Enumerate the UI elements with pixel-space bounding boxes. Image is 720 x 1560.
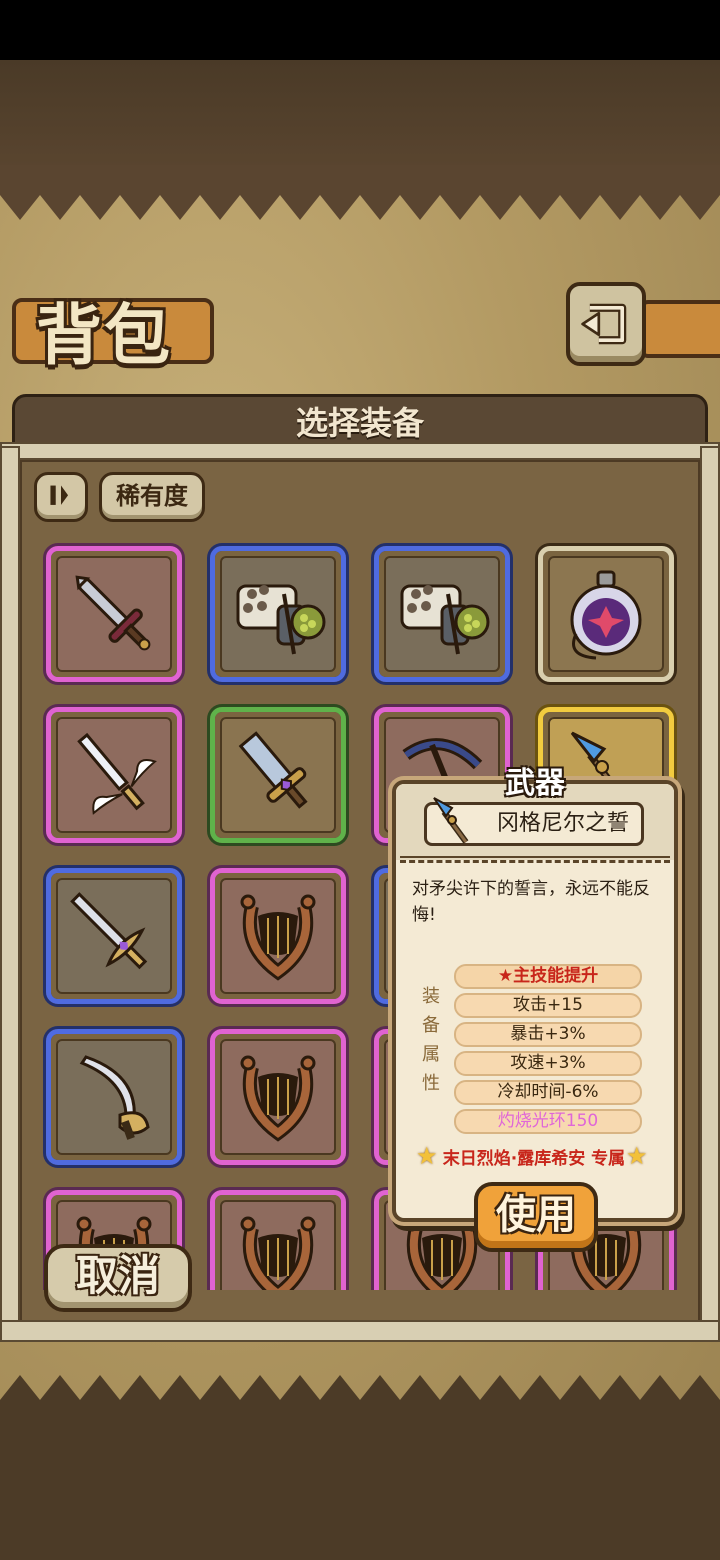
background-bottom xyxy=(0,1445,720,1560)
lyre-icon xyxy=(240,1055,316,1142)
cancel-button[interactable]: 取消 xyxy=(44,1244,192,1312)
rarity-sort-button[interactable]: 稀有度 xyxy=(99,472,205,522)
torn-edge-top xyxy=(0,165,720,220)
panel-rail-left xyxy=(0,446,20,1338)
inventory-slot[interactable] xyxy=(210,546,346,682)
inventory-slot[interactable] xyxy=(46,868,182,1004)
winged-sword-icon xyxy=(77,732,157,815)
inventory-slot[interactable] xyxy=(210,868,346,1004)
status-bar xyxy=(0,0,720,60)
spear-icon xyxy=(433,797,469,844)
inventory-slot[interactable] xyxy=(210,1190,346,1290)
panel-title: 选择装备 xyxy=(295,404,424,442)
potion-flask-icon xyxy=(570,570,642,660)
lyre-icon xyxy=(240,894,316,981)
stat-crit: 暴击+3% xyxy=(454,1022,642,1047)
tooltip-divider xyxy=(400,856,670,858)
back-button[interactable] xyxy=(566,282,646,366)
inventory-slot[interactable] xyxy=(210,1029,346,1165)
inventory-slot[interactable] xyxy=(210,707,346,843)
back-plate xyxy=(640,300,720,358)
gem-sword-icon xyxy=(238,731,308,809)
item-category: 武器 xyxy=(505,766,565,801)
exclusive-label: 末日烈焰·露库希安 专属 xyxy=(442,1149,626,1169)
gatling-gun-icon xyxy=(236,584,326,655)
stat-burn-aura: 灼烧光环150 xyxy=(454,1109,642,1134)
saber-icon xyxy=(79,1055,150,1140)
sort-toggle-button[interactable] xyxy=(34,472,88,522)
lyre-icon xyxy=(240,1216,316,1290)
tooltip-divider-dashed xyxy=(400,860,670,863)
inventory-slot[interactable] xyxy=(538,546,674,682)
stat-main-skill: ★主技能提升 xyxy=(454,964,642,989)
pause-sort-icon xyxy=(50,485,69,505)
return-arrow-icon xyxy=(581,303,627,345)
page-title: 背包 xyxy=(36,296,172,374)
panel-rail-top xyxy=(0,442,720,460)
use-button[interactable]: 使用 xyxy=(474,1182,598,1252)
torn-edge-bottom xyxy=(0,1375,720,1450)
gatling-gun-icon xyxy=(400,584,490,655)
sword-icon xyxy=(75,575,151,651)
inventory-slot[interactable] xyxy=(46,1029,182,1165)
item-description: 对矛尖许下的誓言，永远不能反悔! xyxy=(412,879,650,925)
inventory-slot[interactable] xyxy=(46,546,182,682)
panel-rail-bottom xyxy=(0,1320,720,1342)
inventory-slot[interactable] xyxy=(374,546,510,682)
inventory-slot[interactable] xyxy=(46,707,182,843)
stat-attack-speed: 攻速+3% xyxy=(454,1051,642,1076)
long-sword-icon xyxy=(70,892,148,970)
stat-cooldown: 冷却时间-6% xyxy=(454,1080,642,1105)
stats-side-label: 装 备 属 性 xyxy=(422,986,440,1094)
star-icon: ★ xyxy=(626,1142,648,1170)
stat-attack: 攻击+15 xyxy=(454,993,642,1018)
panel-rail-right xyxy=(700,446,720,1338)
